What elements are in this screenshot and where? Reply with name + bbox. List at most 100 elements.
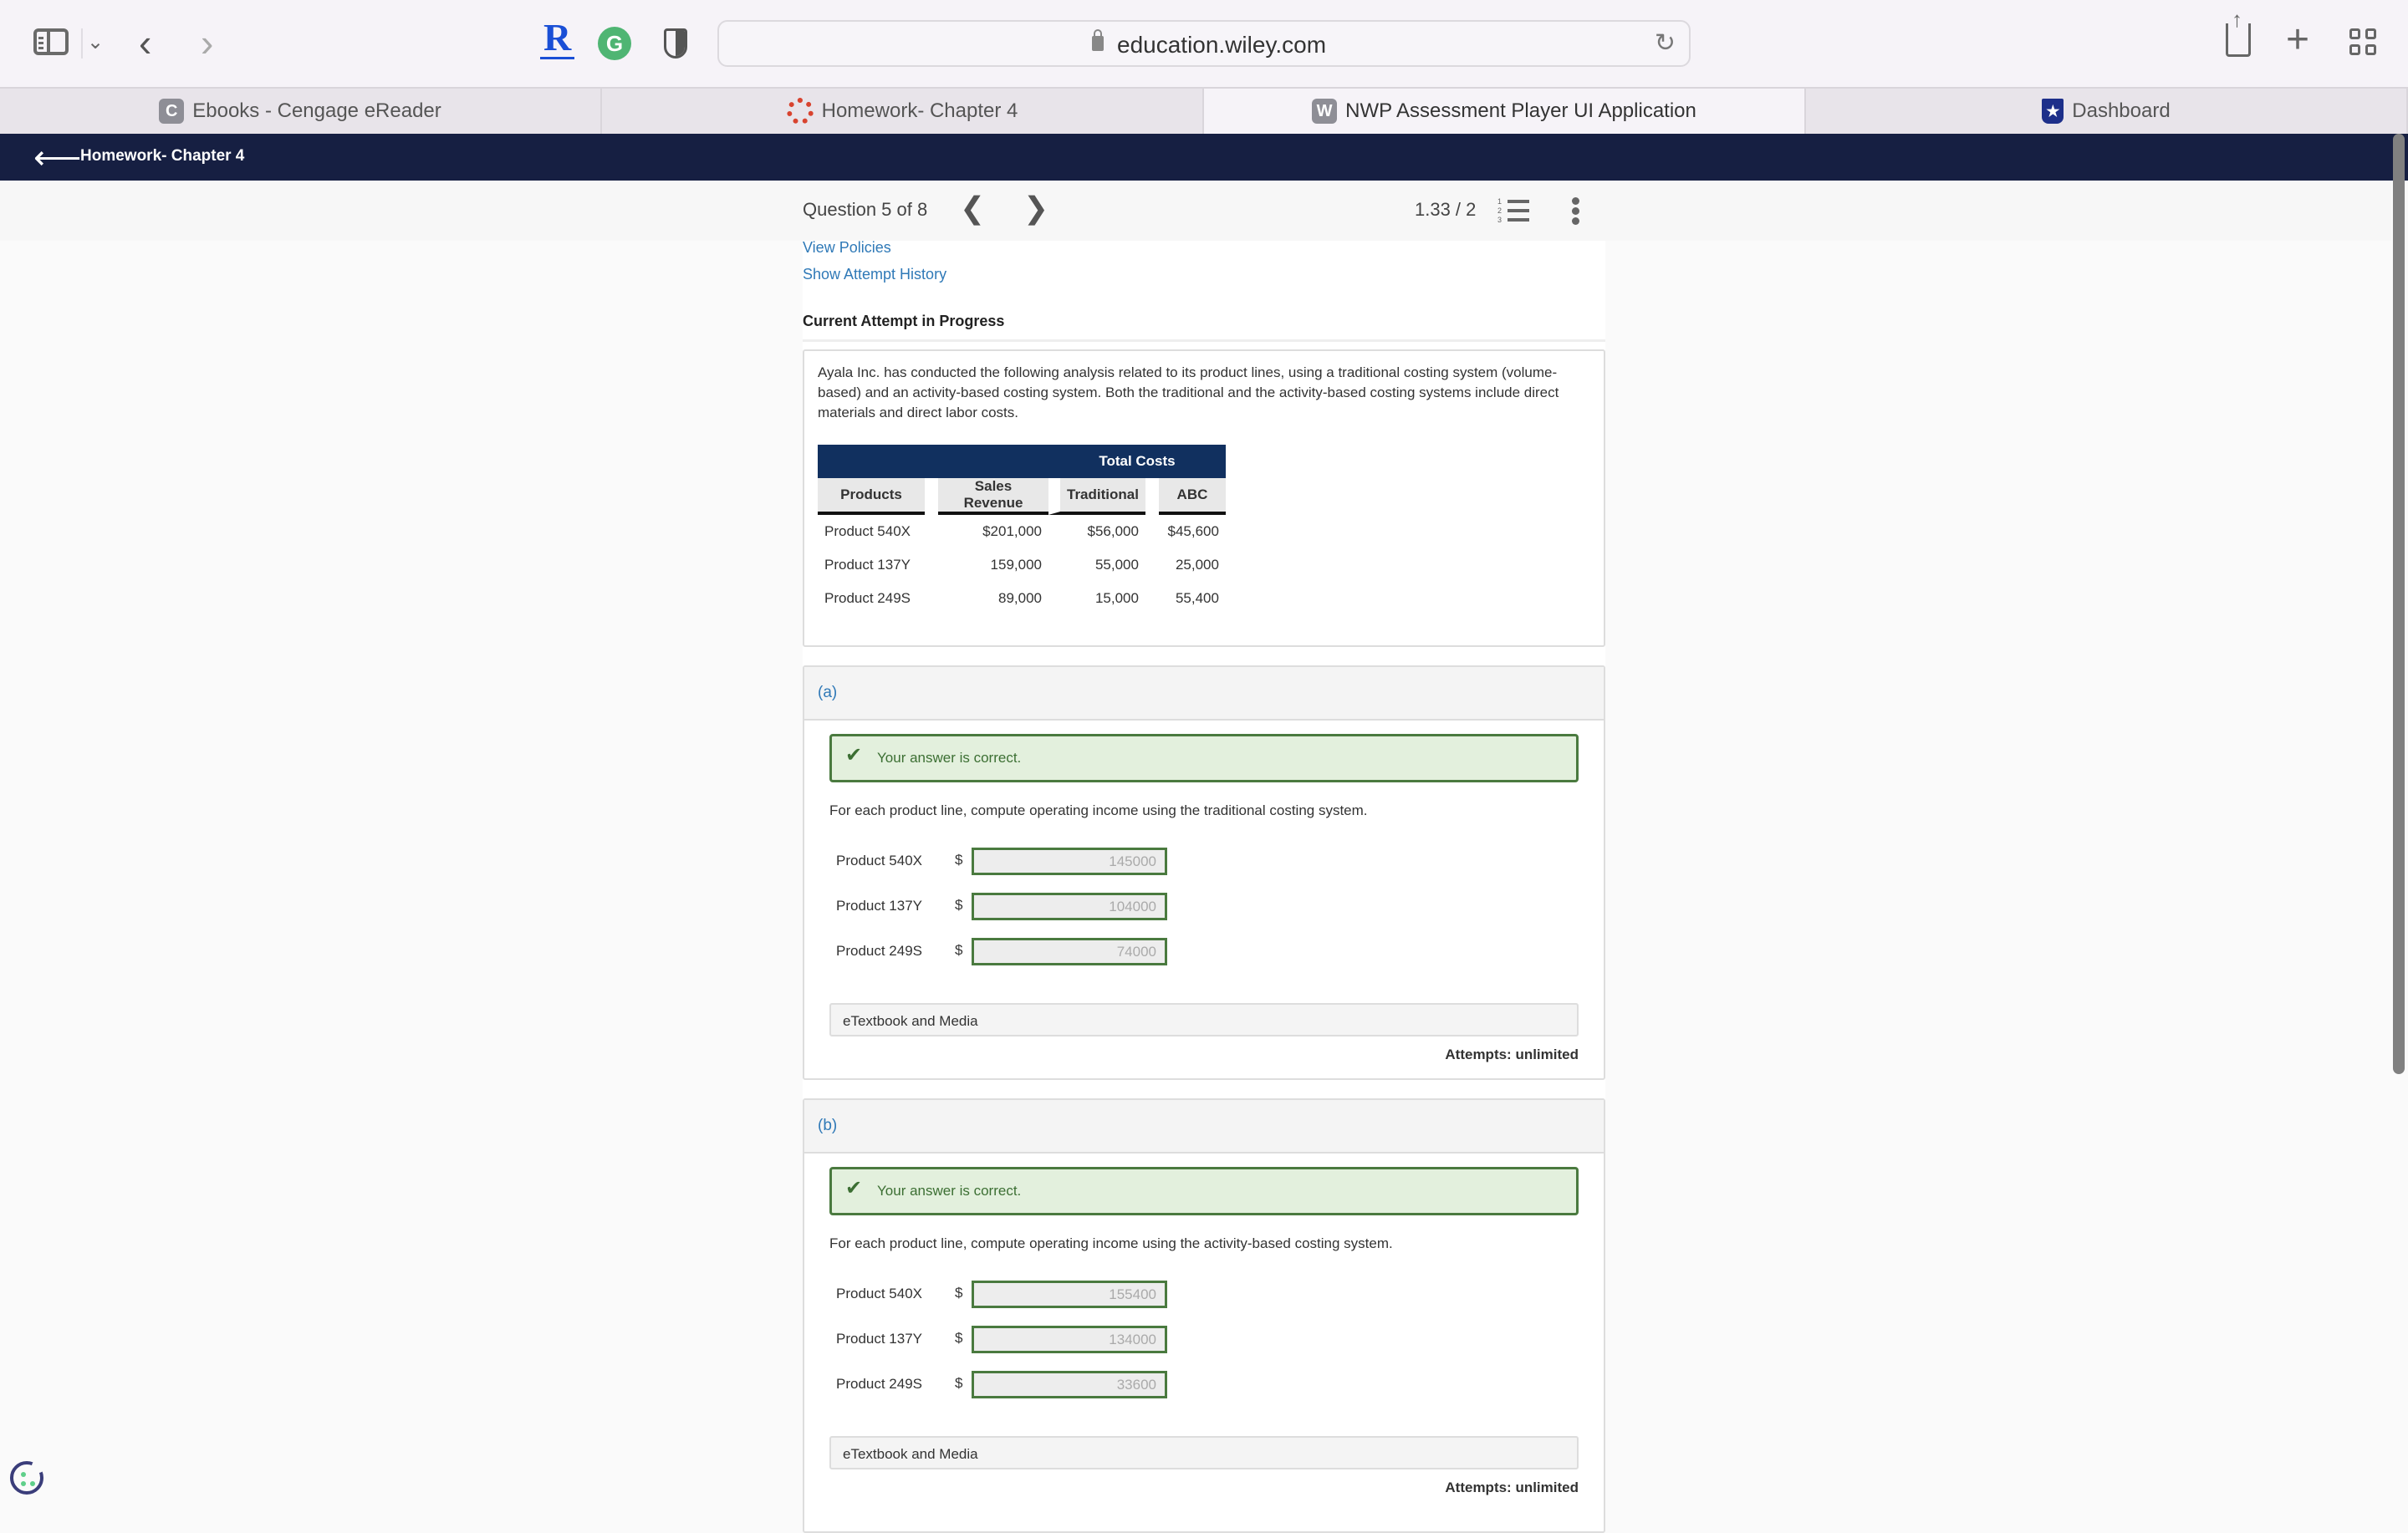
chevron-down-icon[interactable]: ⌄ — [87, 30, 104, 54]
cell: $201,000 — [982, 523, 1042, 539]
tab-bar: C Ebooks - Cengage eReader Homework- Cha… — [0, 87, 2408, 134]
reload-icon[interactable]: ↻ — [1655, 28, 1676, 58]
media-label: eTextbook and Media — [843, 1446, 978, 1462]
more-options-icon[interactable] — [1572, 197, 1580, 227]
instruction-text: For each product line, compute operating… — [829, 802, 1368, 818]
privacy-shield-icon[interactable] — [664, 28, 687, 59]
sidebar-toggle-icon[interactable] — [33, 28, 69, 55]
grammarly-extension-icon[interactable]: G — [598, 27, 631, 60]
column-header: ABC — [1158, 478, 1226, 515]
currency-symbol: $ — [955, 1330, 963, 1346]
etextbook-media-button[interactable]: eTextbook and Media — [829, 1436, 1579, 1469]
part-b-card: (b) ✔ Your answer is correct. For each p… — [803, 1098, 1605, 1533]
answer-label: Product 137Y — [836, 898, 923, 914]
etextbook-media-button[interactable]: eTextbook and Media — [829, 1003, 1579, 1036]
rakuten-extension-icon[interactable]: R — [540, 18, 575, 59]
answer-input[interactable] — [972, 938, 1167, 965]
tab-nwp-assessment[interactable]: W NWP Assessment Player UI Application — [1204, 89, 1806, 134]
answer-label: Product 249S — [836, 943, 923, 959]
share-icon[interactable] — [2226, 7, 2251, 57]
tab-label: Dashboard — [2072, 99, 2171, 122]
currency-symbol: $ — [955, 1285, 963, 1301]
answer-label: Product 137Y — [836, 1331, 923, 1347]
cost-data-table: Total Costs Products Sales Revenue Tradi… — [818, 445, 1226, 615]
next-question-button[interactable]: ❯ — [1023, 191, 1048, 226]
tab-label: Ebooks - Cengage eReader — [192, 99, 441, 122]
cell: 55,400 — [1175, 590, 1219, 606]
page-scrollbar[interactable] — [2393, 134, 2405, 1074]
tab-overview-icon[interactable] — [2349, 28, 2378, 57]
answer-input[interactable] — [972, 1281, 1167, 1308]
forward-button[interactable]: › — [201, 20, 213, 65]
answer-input[interactable] — [972, 893, 1167, 920]
answer-input[interactable] — [972, 848, 1167, 875]
question-list-icon[interactable]: 1 2 3 — [1497, 197, 1531, 224]
status-text: Your answer is correct. — [877, 750, 1022, 766]
cell: Product 137Y — [824, 557, 911, 573]
assignment-title: Homework- Chapter 4 — [80, 147, 245, 165]
tab-cengage-ebooks[interactable]: C Ebooks - Cengage eReader — [0, 89, 602, 134]
attempts-label: Attempts: unlimited — [1445, 1047, 1579, 1062]
url-text[interactable]: education.wiley.com — [1117, 32, 1326, 59]
cell: 55,000 — [1094, 557, 1139, 573]
show-attempt-history-link[interactable]: Show Attempt History — [803, 266, 946, 283]
answer-label: Product 540X — [836, 853, 923, 868]
attempts-label: Attempts: unlimited — [1445, 1480, 1579, 1495]
view-policies-link[interactable]: View Policies — [803, 239, 891, 257]
browser-toolbar: ⌄ ‹ › R G education.wiley.com ↻ + — [0, 0, 2408, 87]
cell: $56,000 — [1087, 523, 1139, 539]
table-row: Product 249S 89,000 15,000 55,400 — [818, 582, 1226, 615]
instruction-text: For each product line, compute operating… — [829, 1235, 1393, 1251]
back-button[interactable]: ‹ — [139, 20, 151, 65]
checkmark-icon: ✔ — [845, 744, 863, 766]
cengage-c-icon: C — [159, 99, 185, 124]
correct-answer-banner: ✔ Your answer is correct. — [829, 734, 1579, 782]
answer-label: Product 540X — [836, 1286, 923, 1301]
currency-symbol: $ — [955, 897, 963, 913]
column-header: Products — [818, 478, 925, 515]
cell: 15,000 — [1094, 590, 1139, 606]
lock-icon — [1092, 29, 1104, 51]
part-label: (b) — [818, 1117, 838, 1134]
tab-homework-chapter-4[interactable]: Homework- Chapter 4 — [602, 89, 1204, 134]
tab-dashboard[interactable]: ★ Dashboard — [1806, 89, 2408, 134]
checkmark-icon: ✔ — [845, 1177, 863, 1199]
part-a-card: (a) ✔ Your answer is correct. For each p… — [803, 665, 1605, 1080]
back-arrow-icon[interactable]: ⟵ — [33, 139, 81, 177]
question-score: 1.33 / 2 — [1415, 199, 1477, 220]
toolbar-divider — [81, 28, 83, 59]
currency-symbol: $ — [955, 1375, 963, 1391]
current-attempt-heading: Current Attempt in Progress — [803, 313, 1005, 329]
column-header: Traditional — [1048, 478, 1145, 515]
cell: Product 540X — [824, 523, 911, 539]
column-header: Sales Revenue — [938, 478, 1048, 515]
part-header: (a) — [804, 667, 1604, 721]
tab-label: NWP Assessment Player UI Application — [1345, 99, 1696, 122]
new-tab-icon[interactable]: + — [2286, 17, 2309, 63]
app-header: ⟵ Homework- Chapter 4 — [0, 134, 2408, 181]
canvas-icon — [786, 98, 814, 125]
correct-answer-banner: ✔ Your answer is correct. — [829, 1167, 1579, 1215]
wiley-w-icon: W — [1312, 99, 1338, 124]
answer-label: Product 249S — [836, 1376, 923, 1392]
currency-symbol: $ — [955, 942, 963, 958]
cell: 25,000 — [1175, 557, 1219, 573]
cell: Product 249S — [824, 590, 911, 606]
cookie-settings-icon[interactable] — [10, 1459, 45, 1495]
answer-input[interactable] — [972, 1371, 1167, 1398]
question-position: Question 5 of 8 — [803, 199, 928, 220]
problem-card: Ayala Inc. has conducted the following a… — [803, 349, 1605, 647]
problem-text: Ayala Inc. has conducted the following a… — [818, 364, 1559, 420]
cell: $45,600 — [1167, 523, 1219, 539]
table-row: Product 540X $201,000 $56,000 $45,600 — [818, 515, 1226, 548]
dashboard-shield-icon: ★ — [2042, 99, 2064, 124]
status-text: Your answer is correct. — [877, 1183, 1022, 1199]
total-costs-header: Total Costs — [1048, 445, 1226, 478]
tab-label: Homework- Chapter 4 — [821, 99, 1018, 122]
previous-question-button[interactable]: ❮ — [960, 191, 985, 226]
address-bar[interactable]: education.wiley.com ↻ — [717, 20, 1691, 67]
table-header-blank — [818, 445, 1048, 478]
media-label: eTextbook and Media — [843, 1013, 978, 1029]
answer-input[interactable] — [972, 1326, 1167, 1353]
part-label: (a) — [818, 684, 838, 701]
